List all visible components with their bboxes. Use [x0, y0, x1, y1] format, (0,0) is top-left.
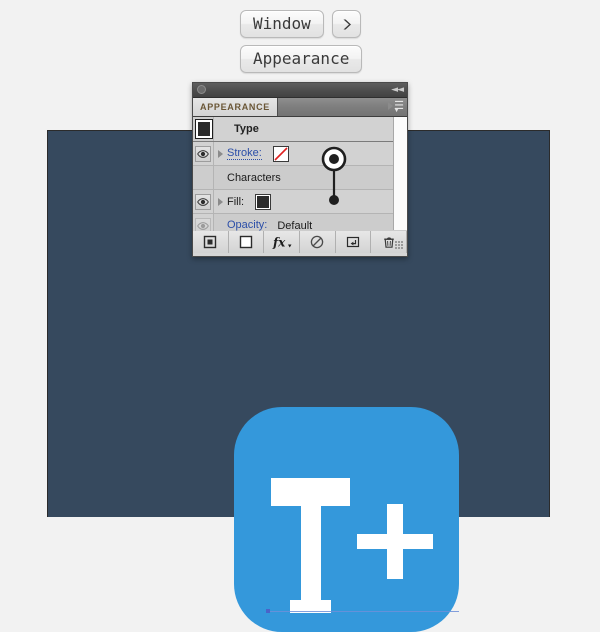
glyph-plus-vertical	[387, 504, 403, 579]
panel-flyout-menu-icon[interactable]: ▼☰	[388, 101, 404, 111]
row-label-fill[interactable]: Fill:	[227, 196, 244, 208]
appearance-menu-item[interactable]: Appearance	[240, 45, 362, 73]
appearance-list: Type Stroke:	[193, 117, 407, 231]
tab-appearance[interactable]: APPEARANCE	[193, 98, 278, 116]
row-label-characters: Characters	[227, 172, 281, 184]
text-baseline-guide	[267, 611, 459, 612]
opacity-value[interactable]: Default	[277, 220, 312, 232]
visibility-cell	[193, 166, 214, 189]
anchor-point-icon[interactable]	[266, 609, 270, 613]
chevron-right-icon[interactable]	[332, 10, 361, 38]
type-thumbnail-swatch[interactable]	[195, 119, 213, 139]
row-label-type: Type	[234, 123, 259, 135]
glyph-t-stem	[301, 478, 321, 608]
panel-footer-toolbar: fx	[193, 231, 407, 253]
resize-grip-icon[interactable]	[395, 241, 405, 251]
appearance-panel[interactable]: ◄◄ APPEARANCE ▼☰ Type	[192, 82, 408, 257]
collapse-double-arrow-icon[interactable]: ◄◄	[391, 86, 403, 95]
appearance-row-fill[interactable]: Fill:	[193, 190, 407, 214]
disclosure-triangle-fill[interactable]	[214, 198, 227, 206]
row-label-stroke[interactable]: Stroke:	[227, 147, 262, 160]
glyph-t-right-serif	[342, 478, 350, 504]
appearance-row-characters[interactable]: Characters	[193, 166, 407, 190]
visibility-toggle-stroke[interactable]	[193, 142, 214, 165]
add-new-effect-button[interactable]: fx	[264, 231, 300, 253]
window-menu-button[interactable]: Window	[240, 10, 324, 38]
appearance-row-type[interactable]: Type	[193, 117, 407, 142]
panel-titlebar[interactable]: ◄◄	[193, 83, 407, 98]
panel-tabstrip: APPEARANCE ▼☰	[193, 98, 407, 117]
stroke-color-swatch-none[interactable]	[273, 146, 289, 162]
visibility-cell	[193, 117, 214, 141]
glyph-t-left-serif	[271, 478, 279, 504]
eye-icon[interactable]	[195, 146, 211, 162]
app-icon-artwork[interactable]	[234, 407, 459, 632]
add-new-stroke-button[interactable]	[193, 231, 229, 253]
clear-appearance-button[interactable]	[300, 231, 336, 253]
panel-handle-dot-icon	[197, 85, 206, 94]
disclosure-triangle-stroke[interactable]	[214, 150, 227, 158]
duplicate-item-button[interactable]	[336, 231, 372, 253]
visibility-toggle-fill[interactable]	[193, 190, 214, 213]
fill-color-swatch[interactable]	[255, 194, 271, 210]
appearance-row-stroke[interactable]: Stroke:	[193, 142, 407, 166]
panel-vertical-scrollbar[interactable]	[393, 117, 407, 230]
svg-text:fx: fx	[272, 236, 286, 250]
eye-icon[interactable]	[195, 194, 211, 210]
add-new-fill-button[interactable]	[229, 231, 265, 253]
